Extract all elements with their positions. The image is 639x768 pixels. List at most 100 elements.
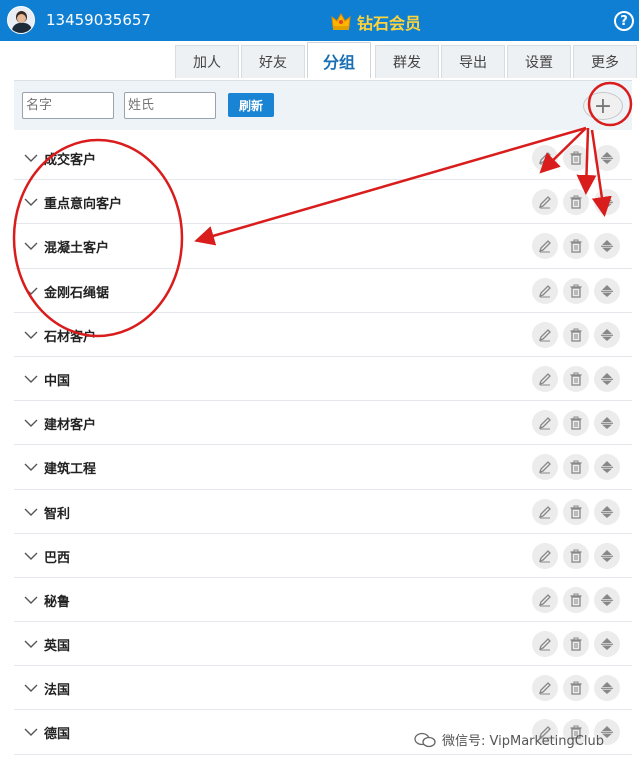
group-name: 石材客户 (44, 329, 97, 345)
tab-groups[interactable]: 分组 (307, 42, 371, 78)
sort-icon[interactable] (594, 189, 620, 216)
sort-icon[interactable] (594, 675, 620, 702)
chevron-down-icon[interactable] (24, 327, 38, 341)
trash-icon[interactable] (563, 365, 589, 392)
trash-icon[interactable] (563, 542, 589, 569)
trash-icon[interactable] (563, 454, 589, 481)
group-name: 中国 (44, 373, 71, 389)
chevron-down-icon[interactable] (24, 724, 38, 738)
pencil-icon[interactable] (532, 498, 558, 525)
pencil-icon[interactable] (532, 189, 558, 216)
tab-settings[interactable]: 设置 (507, 45, 571, 78)
chevron-down-icon[interactable] (24, 636, 38, 650)
group-name: 巴西 (44, 550, 71, 566)
pencil-icon[interactable] (532, 145, 558, 171)
watermark-text: 微信号: VipMarketingClub (442, 734, 604, 749)
group-name: 重点意向客户 (44, 197, 123, 213)
sort-icon[interactable] (594, 454, 620, 481)
sort-icon[interactable] (594, 233, 620, 260)
tab-add-person[interactable]: 加人 (175, 45, 239, 78)
group-list: 成交客户重点意向客户 混凝土客户金刚石绳锯石材客户中国建材客户建筑工程智利巴西秘鲁… (14, 136, 632, 755)
membership-title: 钻石会员 (357, 14, 422, 33)
group-row[interactable]: 金刚石绳锯 (14, 268, 632, 313)
help-icon[interactable]: ? (614, 11, 634, 31)
group-row[interactable]: 秘鲁 (14, 577, 632, 623)
group-row[interactable]: 中国 (14, 356, 632, 402)
trash-icon[interactable] (563, 498, 589, 525)
avatar[interactable] (7, 6, 35, 34)
pencil-icon[interactable] (532, 454, 558, 481)
group-row[interactable]: 重点意向客户 (14, 180, 632, 225)
trash-icon[interactable] (563, 277, 589, 304)
group-row[interactable]: 成交客户 (14, 136, 632, 181)
group-row[interactable]: 智利 (14, 489, 632, 534)
chevron-down-icon[interactable] (24, 504, 38, 518)
pencil-icon[interactable] (532, 542, 558, 569)
group-row[interactable]: 巴西 (14, 533, 632, 578)
sort-icon[interactable] (594, 542, 620, 569)
tab-more[interactable]: 更多 (573, 45, 637, 78)
group-row[interactable]: 建筑工程 (14, 445, 632, 490)
first-name-input[interactable] (22, 92, 114, 119)
sort-icon[interactable] (594, 410, 620, 437)
group-name: 成交客户 (44, 153, 97, 168)
chevron-down-icon[interactable] (24, 548, 38, 562)
sort-icon[interactable] (594, 277, 620, 304)
pencil-icon[interactable] (532, 277, 558, 304)
group-row[interactable]: 法国 (14, 666, 632, 711)
group-row[interactable]: 建材客户 (14, 401, 632, 446)
last-name-input[interactable] (124, 92, 216, 119)
sort-icon[interactable] (594, 145, 620, 171)
sort-icon[interactable] (594, 321, 620, 348)
pencil-icon[interactable] (532, 321, 558, 348)
group-toolbar: 刷新 (14, 80, 632, 130)
pencil-icon[interactable] (532, 410, 558, 437)
sort-icon[interactable] (594, 365, 620, 392)
chevron-down-icon[interactable] (24, 371, 38, 385)
crown-icon (331, 13, 351, 30)
group-name: 金刚石绳锯 (44, 285, 110, 301)
pencil-icon[interactable] (532, 675, 558, 702)
trash-icon[interactable] (563, 631, 589, 658)
group-name: 建筑工程 (44, 462, 97, 478)
add-group-button[interactable]: + (583, 92, 623, 120)
chevron-down-icon[interactable] (24, 680, 38, 694)
group-row[interactable]: 英国 (14, 622, 632, 667)
tab-broadcast[interactable]: 群发 (375, 45, 439, 78)
trash-icon[interactable] (563, 586, 589, 613)
chevron-down-icon[interactable] (24, 150, 38, 164)
pencil-icon[interactable] (532, 365, 558, 392)
pencil-icon[interactable] (532, 586, 558, 613)
trash-icon[interactable] (563, 675, 589, 702)
sort-icon[interactable] (594, 586, 620, 613)
membership-badge: 钻石会员 (331, 10, 421, 34)
tab-export[interactable]: 导出 (441, 45, 505, 78)
group-name: 混凝土客户 (44, 241, 110, 257)
refresh-button[interactable]: 刷新 (228, 93, 274, 117)
trash-icon[interactable] (563, 189, 589, 216)
group-name: 秘鲁 (44, 594, 71, 610)
chevron-down-icon[interactable] (24, 194, 38, 208)
chevron-down-icon[interactable] (24, 283, 38, 297)
trash-icon[interactable] (563, 321, 589, 348)
chevron-down-icon[interactable] (24, 238, 38, 252)
sort-icon[interactable] (594, 498, 620, 525)
tab-friends[interactable]: 好友 (241, 45, 305, 78)
trash-icon[interactable] (563, 233, 589, 260)
trash-icon[interactable] (563, 410, 589, 437)
pencil-icon[interactable] (532, 233, 558, 260)
group-row[interactable]: 石材客户 (14, 312, 632, 357)
sort-icon[interactable] (594, 631, 620, 658)
app-header: 13459035657 钻石会员 ? (0, 0, 639, 41)
group-name: 英国 (44, 639, 71, 655)
group-name: 智利 (44, 506, 71, 522)
wechat-icon (414, 732, 436, 747)
group-name: 法国 (44, 683, 71, 699)
pencil-icon[interactable] (532, 631, 558, 658)
chevron-down-icon[interactable] (24, 459, 38, 473)
trash-icon[interactable] (563, 145, 589, 171)
watermark: 微信号: VipMarketingClub (414, 730, 604, 749)
chevron-down-icon[interactable] (24, 415, 38, 429)
chevron-down-icon[interactable] (24, 592, 38, 606)
group-row[interactable]: 混凝土客户 (14, 224, 632, 269)
